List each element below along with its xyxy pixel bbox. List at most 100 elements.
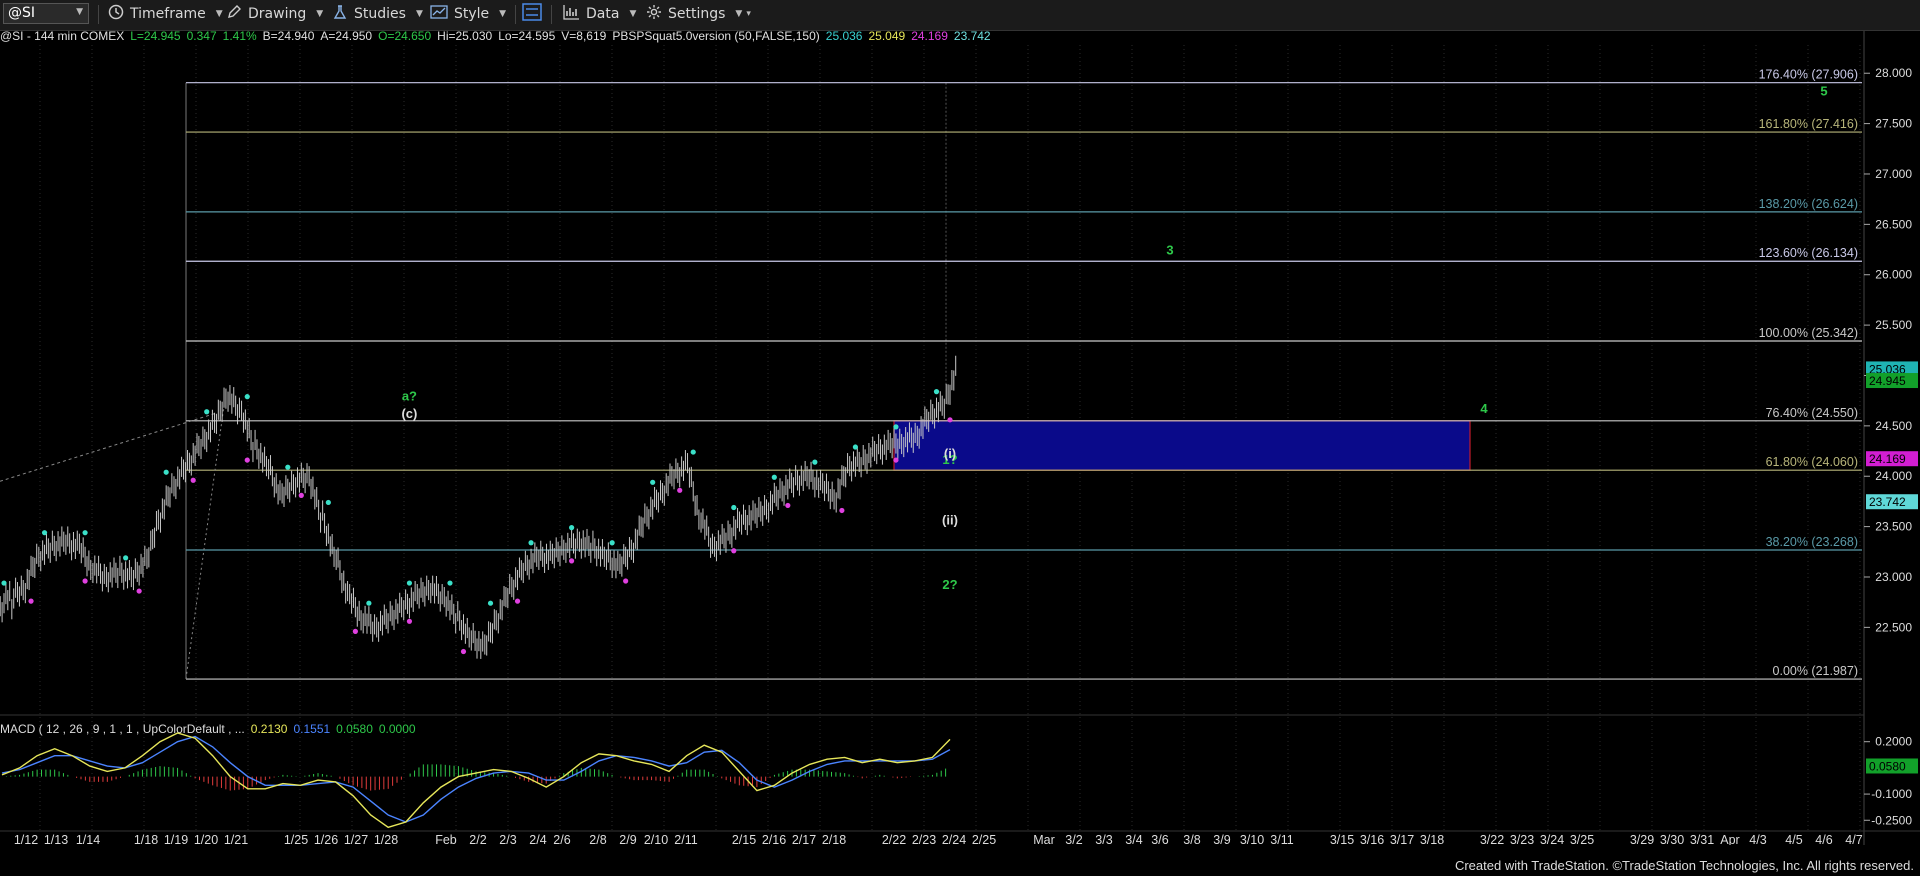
swing-high-dot — [204, 409, 210, 415]
swing-low-dot — [244, 457, 250, 463]
x-tick-label: 1/21 — [224, 833, 248, 845]
timeframe-label: Timeframe — [130, 6, 206, 22]
symbol-value: @SI — [8, 5, 36, 21]
x-tick-label: 3/25 — [1570, 833, 1594, 845]
header-value: 24.169 — [911, 31, 948, 43]
header-value: B=24.940 — [263, 31, 315, 43]
x-tick-label: 3/10 — [1240, 833, 1264, 845]
fib-level-label: 61.80% (24.060) — [1766, 455, 1858, 469]
x-tick-label: 2/18 — [822, 833, 846, 845]
swing-high-dot — [41, 530, 48, 536]
wave-label: (i) — [944, 446, 956, 461]
x-tick-label: 3/30 — [1660, 833, 1684, 845]
header-value: Hi=25.030 — [437, 31, 492, 43]
swing-low-dot — [514, 598, 521, 604]
chevron-down-icon[interactable]: ▼ — [76, 7, 83, 17]
x-tick-label: 3/22 — [1480, 833, 1504, 845]
timeframe-button[interactable]: Timeframe ▼ — [108, 3, 223, 25]
layout-button[interactable] — [522, 3, 548, 25]
drawing-button[interactable]: Drawing ▼ — [226, 3, 323, 25]
swing-low-dot — [460, 648, 467, 655]
x-tick-label: 3/4 — [1125, 833, 1142, 845]
target-zone-box — [893, 420, 1471, 471]
x-tick-label: 2/15 — [732, 833, 756, 845]
header-value: @SI - 144 min COMEX — [0, 31, 124, 43]
y-tick-label: 23.500 — [1875, 520, 1912, 534]
y-tick-label: 25.500 — [1875, 318, 1912, 332]
flask-icon — [332, 4, 348, 24]
swing-high-dot — [731, 504, 737, 511]
overflow-icon[interactable]: ▾ — [746, 9, 751, 19]
swing-high-dot — [406, 580, 413, 586]
x-tick-label: 1/28 — [374, 833, 398, 845]
x-tick-label: 3/23 — [1510, 833, 1534, 845]
fib-level-label: 100.00% (25.342) — [1759, 326, 1858, 340]
swing-high-dot — [123, 555, 129, 561]
chevron-down-icon: ▼ — [215, 9, 223, 19]
chevron-down-icon: ▼ — [316, 9, 324, 19]
x-tick-label: 3/3 — [1095, 833, 1112, 845]
y-tick-label: 26.000 — [1875, 268, 1912, 282]
swing-high-dot — [852, 444, 859, 450]
y-tick-label: 24.000 — [1875, 469, 1912, 483]
chevron-down-icon: ▼ — [415, 9, 423, 19]
swing-high-dot — [366, 600, 372, 606]
header-value: 0.347 — [187, 31, 217, 43]
chart-header: @SI - 144 min COMEX L=24.945 0.347 1.41% B=2… — [0, 31, 991, 43]
swing-low-dot — [947, 417, 953, 423]
fib-level-label: 0.00% (21.987) — [1773, 664, 1858, 678]
y-tick-label: 23.000 — [1875, 570, 1912, 584]
wave-label: 3 — [1166, 243, 1173, 258]
fib-level-label: 138.20% (26.624) — [1759, 197, 1858, 211]
macd-header-value: 0.0000 — [379, 722, 416, 736]
toolbar-separator — [98, 5, 99, 24]
header-value: V=8,619 — [561, 31, 606, 43]
macd-header-value: 0.1551 — [293, 722, 330, 736]
x-tick-label: 3/16 — [1360, 833, 1384, 845]
swing-high-dot — [893, 424, 899, 430]
swing-low-dot — [352, 628, 358, 634]
y-tick-label: 28.000 — [1875, 66, 1912, 80]
x-tick-label: 3/31 — [1690, 833, 1714, 845]
x-tick-label: 3/15 — [1330, 833, 1354, 845]
symbol-input[interactable]: @SI ▼ — [3, 3, 89, 24]
x-axis: 1/12 1/13 1/14 1/18 1/19 1/20 1/21 1/25 1/26 1/27… — [14, 833, 1863, 845]
x-tick-label: 2/10 — [644, 833, 668, 845]
x-tick-label: 1/18 — [134, 833, 158, 845]
macd-header-value: 0.0580 — [336, 722, 373, 736]
footer-copyright: Created with TradeStation. ©TradeStation… — [1454, 858, 1914, 873]
settings-button[interactable]: Settings ▼ ▾ — [646, 3, 751, 25]
fib-level-label: 38.20% (23.268) — [1766, 535, 1858, 549]
x-tick-label: 1/14 — [76, 833, 100, 845]
swing-low-dot — [190, 477, 196, 483]
toolbar: @SI ▼ Timeframe ▼ Drawing ▼ Studies ▼ St… — [0, 0, 1920, 31]
x-tick-label: 3/24 — [1540, 833, 1564, 845]
swing-high-dot — [285, 464, 291, 470]
studies-button[interactable]: Studies ▼ — [332, 3, 423, 25]
wave-label: a? — [402, 389, 417, 404]
wave-label: 2? — [942, 577, 957, 592]
chevron-down-icon: ▼ — [629, 9, 637, 19]
x-tick-label: 2/11 — [674, 833, 697, 845]
drawing-label: Drawing — [248, 6, 307, 22]
x-tick-label: 3/9 — [1213, 833, 1230, 845]
swing-high-dot — [771, 474, 777, 480]
price-tag-label: 24.945 — [1869, 374, 1906, 388]
x-tick-label: 1/12 — [14, 833, 38, 845]
x-tick-label: 3/29 — [1630, 833, 1654, 845]
wave-label: 4 — [1480, 401, 1488, 416]
chart-area[interactable]: @SI - 144 min COMEX L=24.945 0.347 1.41% B=2… — [0, 31, 1920, 845]
swing-high-dot — [609, 540, 615, 546]
swing-high-dot — [82, 530, 88, 536]
data-button[interactable]: Data ▼ — [562, 3, 636, 25]
swing-high-dot — [447, 580, 453, 586]
x-tick-label: Apr — [1720, 833, 1739, 845]
style-button[interactable]: Style ▼ — [430, 3, 506, 25]
swing-low-dot — [731, 548, 737, 554]
pencil-icon — [226, 4, 242, 24]
y-tick-label: 26.500 — [1875, 217, 1912, 231]
swing-low-dot — [785, 502, 791, 509]
x-tick-label: 2/2 — [469, 833, 486, 845]
macd-y-tick-label: 0.2000 — [1875, 735, 1912, 749]
x-tick-label: 2/22 — [882, 833, 906, 845]
